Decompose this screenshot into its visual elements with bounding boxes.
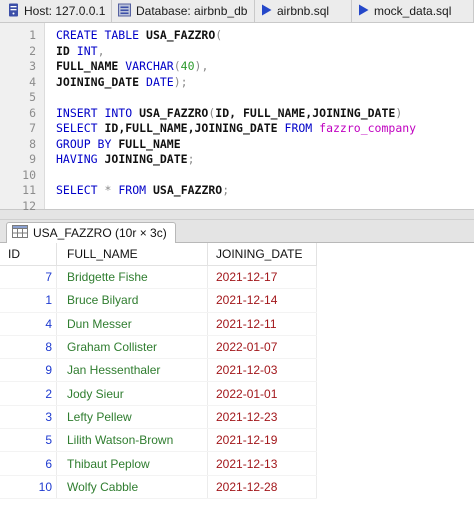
- cell-full-name[interactable]: Lilith Watson-Brown: [56, 428, 208, 453]
- tab-database-label: Database: airbnb_db: [136, 4, 248, 18]
- code-line: 9 HAVING JOINING_DATE;: [0, 152, 474, 168]
- result-tab-label: USA_FAZZRO (10r × 3c): [33, 226, 167, 240]
- line-number: 9: [29, 152, 36, 166]
- code-line: 4 JOINING_DATE DATE);: [0, 75, 474, 91]
- tab-result-usa-fazzro[interactable]: USA_FAZZRO (10r × 3c): [6, 222, 176, 243]
- play-icon: [261, 4, 272, 19]
- table-icon: [12, 225, 28, 241]
- cell-joining-date[interactable]: 2021-12-19: [207, 428, 317, 453]
- tab-airbnb-sql[interactable]: airbnb.sql: [255, 0, 352, 22]
- cell-full-name[interactable]: Thibaut Peplow: [56, 451, 208, 476]
- table-row[interactable]: 7 Bridgette Fishe 2021-12-17: [0, 265, 317, 290]
- cell-id[interactable]: 9: [0, 358, 57, 383]
- cell-joining-date[interactable]: 2021-12-03: [207, 358, 317, 383]
- table-row[interactable]: 9 Jan Hessenthaler 2021-12-03: [0, 358, 317, 383]
- cell-full-name[interactable]: Bridgette Fishe: [56, 265, 208, 290]
- cell-id[interactable]: 6: [0, 451, 57, 476]
- table-row[interactable]: 2 Jody Sieur 2022-01-01: [0, 381, 317, 406]
- result-table: ID FULL_NAME JOINING_DATE 7 Bridgette Fis…: [0, 243, 317, 499]
- pane-splitter[interactable]: [0, 210, 474, 220]
- cell-joining-date[interactable]: 2021-12-23: [207, 405, 317, 430]
- cell-full-name[interactable]: Lefty Pellew: [56, 405, 208, 430]
- column-header-joining-date[interactable]: JOINING_DATE: [207, 243, 317, 266]
- line-number: 11: [22, 183, 36, 197]
- cell-joining-date[interactable]: 2021-12-28: [207, 475, 317, 499]
- cell-full-name[interactable]: Bruce Bilyard: [56, 288, 208, 313]
- line-number: 3: [29, 59, 36, 73]
- result-grid[interactable]: ID FULL_NAME JOINING_DATE 7 Bridgette Fis…: [0, 243, 474, 530]
- code-line: 3 FULL_NAME VARCHAR(40),: [0, 59, 474, 75]
- cell-full-name[interactable]: Wolfy Cabble: [56, 475, 208, 499]
- column-header-id[interactable]: ID: [0, 243, 57, 266]
- cell-joining-date[interactable]: 2021-12-17: [207, 265, 317, 290]
- sql-editor[interactable]: 1 CREATE TABLE USA_FAZZRO( 2 ID INT, 3 F…: [0, 23, 474, 213]
- table-row[interactable]: 6 Thibaut Peplow 2021-12-13: [0, 451, 317, 476]
- code-line: 1 CREATE TABLE USA_FAZZRO(: [0, 28, 474, 44]
- cell-joining-date[interactable]: 2021-12-13: [207, 451, 317, 476]
- cell-id[interactable]: 2: [0, 381, 57, 406]
- code-line: 2 ID INT,: [0, 44, 474, 60]
- tab-mock-data-sql-label: mock_data.sql: [374, 4, 452, 18]
- server-icon: [8, 3, 19, 20]
- line-number: 5: [29, 90, 36, 104]
- code-line: 5: [0, 90, 474, 106]
- session-tab-bar: Host: 127.0.0.1 Database: airbnb_db airb…: [0, 0, 474, 23]
- line-number: 8: [29, 136, 36, 151]
- tab-mock-data-sql[interactable]: mock_data.sql: [352, 0, 474, 22]
- result-tab-bar: USA_FAZZRO (10r × 3c): [0, 220, 474, 243]
- cell-id[interactable]: 4: [0, 312, 57, 336]
- table-row[interactable]: 5 Lilith Watson-Brown 2021-12-19: [0, 428, 317, 453]
- cell-full-name[interactable]: Jan Hessenthaler: [56, 358, 208, 383]
- cell-full-name[interactable]: Graham Collister: [56, 335, 208, 360]
- table-row[interactable]: 1 Bruce Bilyard 2021-12-14: [0, 288, 317, 313]
- cell-joining-date[interactable]: 2021-12-14: [207, 288, 317, 313]
- cell-id[interactable]: 1: [0, 288, 57, 313]
- table-row[interactable]: 10 Wolfy Cabble 2021-12-28: [0, 475, 317, 499]
- line-number: 4: [29, 74, 36, 89]
- tab-airbnb-sql-label: airbnb.sql: [277, 4, 330, 18]
- header-row: ID FULL_NAME JOINING_DATE: [0, 243, 317, 266]
- cell-joining-date[interactable]: 2022-01-07: [207, 335, 317, 360]
- line-number: 10: [22, 167, 36, 182]
- code-line: 10: [0, 168, 474, 184]
- code-line: 8 GROUP BY FULL_NAME: [0, 137, 474, 153]
- line-number: 2: [29, 43, 36, 58]
- tab-host[interactable]: Host: 127.0.0.1: [0, 0, 112, 22]
- tab-database[interactable]: Database: airbnb_db: [112, 0, 255, 22]
- table-row[interactable]: 3 Lefty Pellew 2021-12-23: [0, 405, 317, 430]
- code-line: 7 SELECT ID,FULL_NAME,JOINING_DATE FROM …: [0, 121, 474, 137]
- cell-joining-date[interactable]: 2022-01-01: [207, 381, 317, 406]
- code-line: 11 SELECT * FROM USA_FAZZRO;: [0, 183, 474, 199]
- result-rows: 7 Bridgette Fishe 2021-12-17 1 Bruce Bilyard…: [0, 265, 317, 499]
- tab-host-label: Host: 127.0.0.1: [24, 4, 106, 18]
- cell-id[interactable]: 7: [0, 265, 57, 290]
- table-row[interactable]: 8 Graham Collister 2022-01-07: [0, 335, 317, 360]
- cell-joining-date[interactable]: 2021-12-11: [207, 312, 317, 336]
- cell-id[interactable]: 3: [0, 405, 57, 430]
- column-header-full-name[interactable]: FULL_NAME: [56, 243, 208, 266]
- line-number: 7: [29, 121, 36, 135]
- cell-full-name[interactable]: Jody Sieur: [56, 381, 208, 406]
- cell-full-name[interactable]: Dun Messer: [56, 312, 208, 336]
- play-icon: [358, 4, 369, 19]
- line-number: 6: [29, 105, 36, 120]
- code-line: 6 INSERT INTO USA_FAZZRO(ID, FULL_NAME,J…: [0, 106, 474, 122]
- database-icon: [118, 3, 131, 20]
- table-row[interactable]: 4 Dun Messer 2021-12-11: [0, 312, 317, 336]
- line-number: 1: [29, 28, 36, 42]
- cell-id[interactable]: 8: [0, 335, 57, 360]
- cell-id[interactable]: 5: [0, 428, 57, 453]
- cell-id[interactable]: 10: [0, 475, 57, 499]
